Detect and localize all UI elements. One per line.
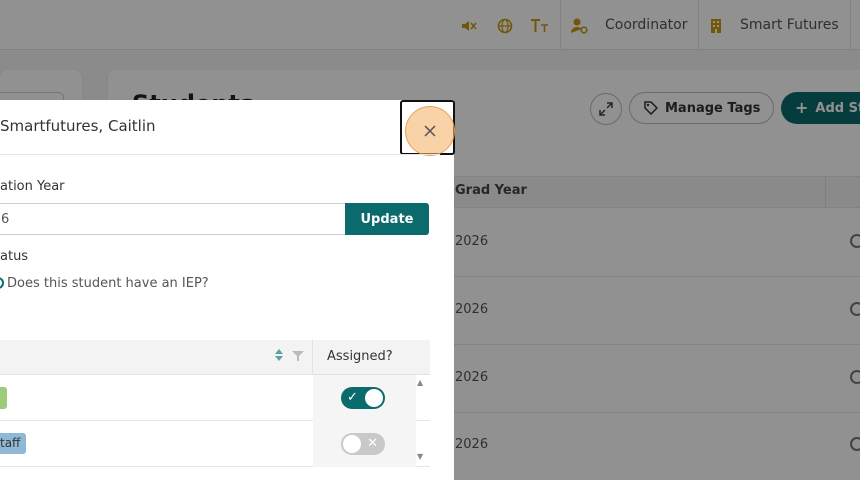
graduation-year-input[interactable]: 6 — [0, 203, 346, 235]
tag-chip: taff — [0, 433, 27, 454]
status-label: atus — [0, 249, 29, 264]
close-button[interactable] — [400, 100, 455, 156]
graduation-year-label: ation Year — [0, 179, 65, 194]
sort-icon[interactable] — [272, 348, 286, 362]
toggle-knob — [343, 435, 361, 453]
column-divider — [312, 340, 313, 375]
tag-chip — [0, 387, 7, 409]
student-modal: Smartfutures, Caitlin ation Year 6 Updat… — [0, 100, 455, 480]
click-highlight — [405, 106, 455, 156]
filter-icon[interactable] — [292, 350, 304, 362]
assigned-header: Assigned? — [327, 349, 393, 364]
scroll-up-arrow[interactable]: ▲ — [417, 378, 423, 387]
check-icon: ✓ — [347, 390, 358, 405]
modal-title: Smartfutures, Caitlin — [0, 117, 156, 135]
x-icon: ✕ — [367, 436, 378, 451]
iep-checkbox[interactable] — [0, 277, 4, 289]
iep-question: Does this student have an IEP? — [7, 276, 209, 291]
close-icon — [424, 125, 436, 137]
toggle-knob — [365, 389, 383, 407]
modal-header-divider — [0, 154, 440, 155]
scroll-down-arrow[interactable]: ▼ — [417, 452, 423, 461]
update-button[interactable]: Update — [345, 203, 429, 235]
assigned-toggle[interactable]: ✓ — [341, 387, 385, 409]
assigned-toggle[interactable]: ✕ — [341, 433, 385, 455]
